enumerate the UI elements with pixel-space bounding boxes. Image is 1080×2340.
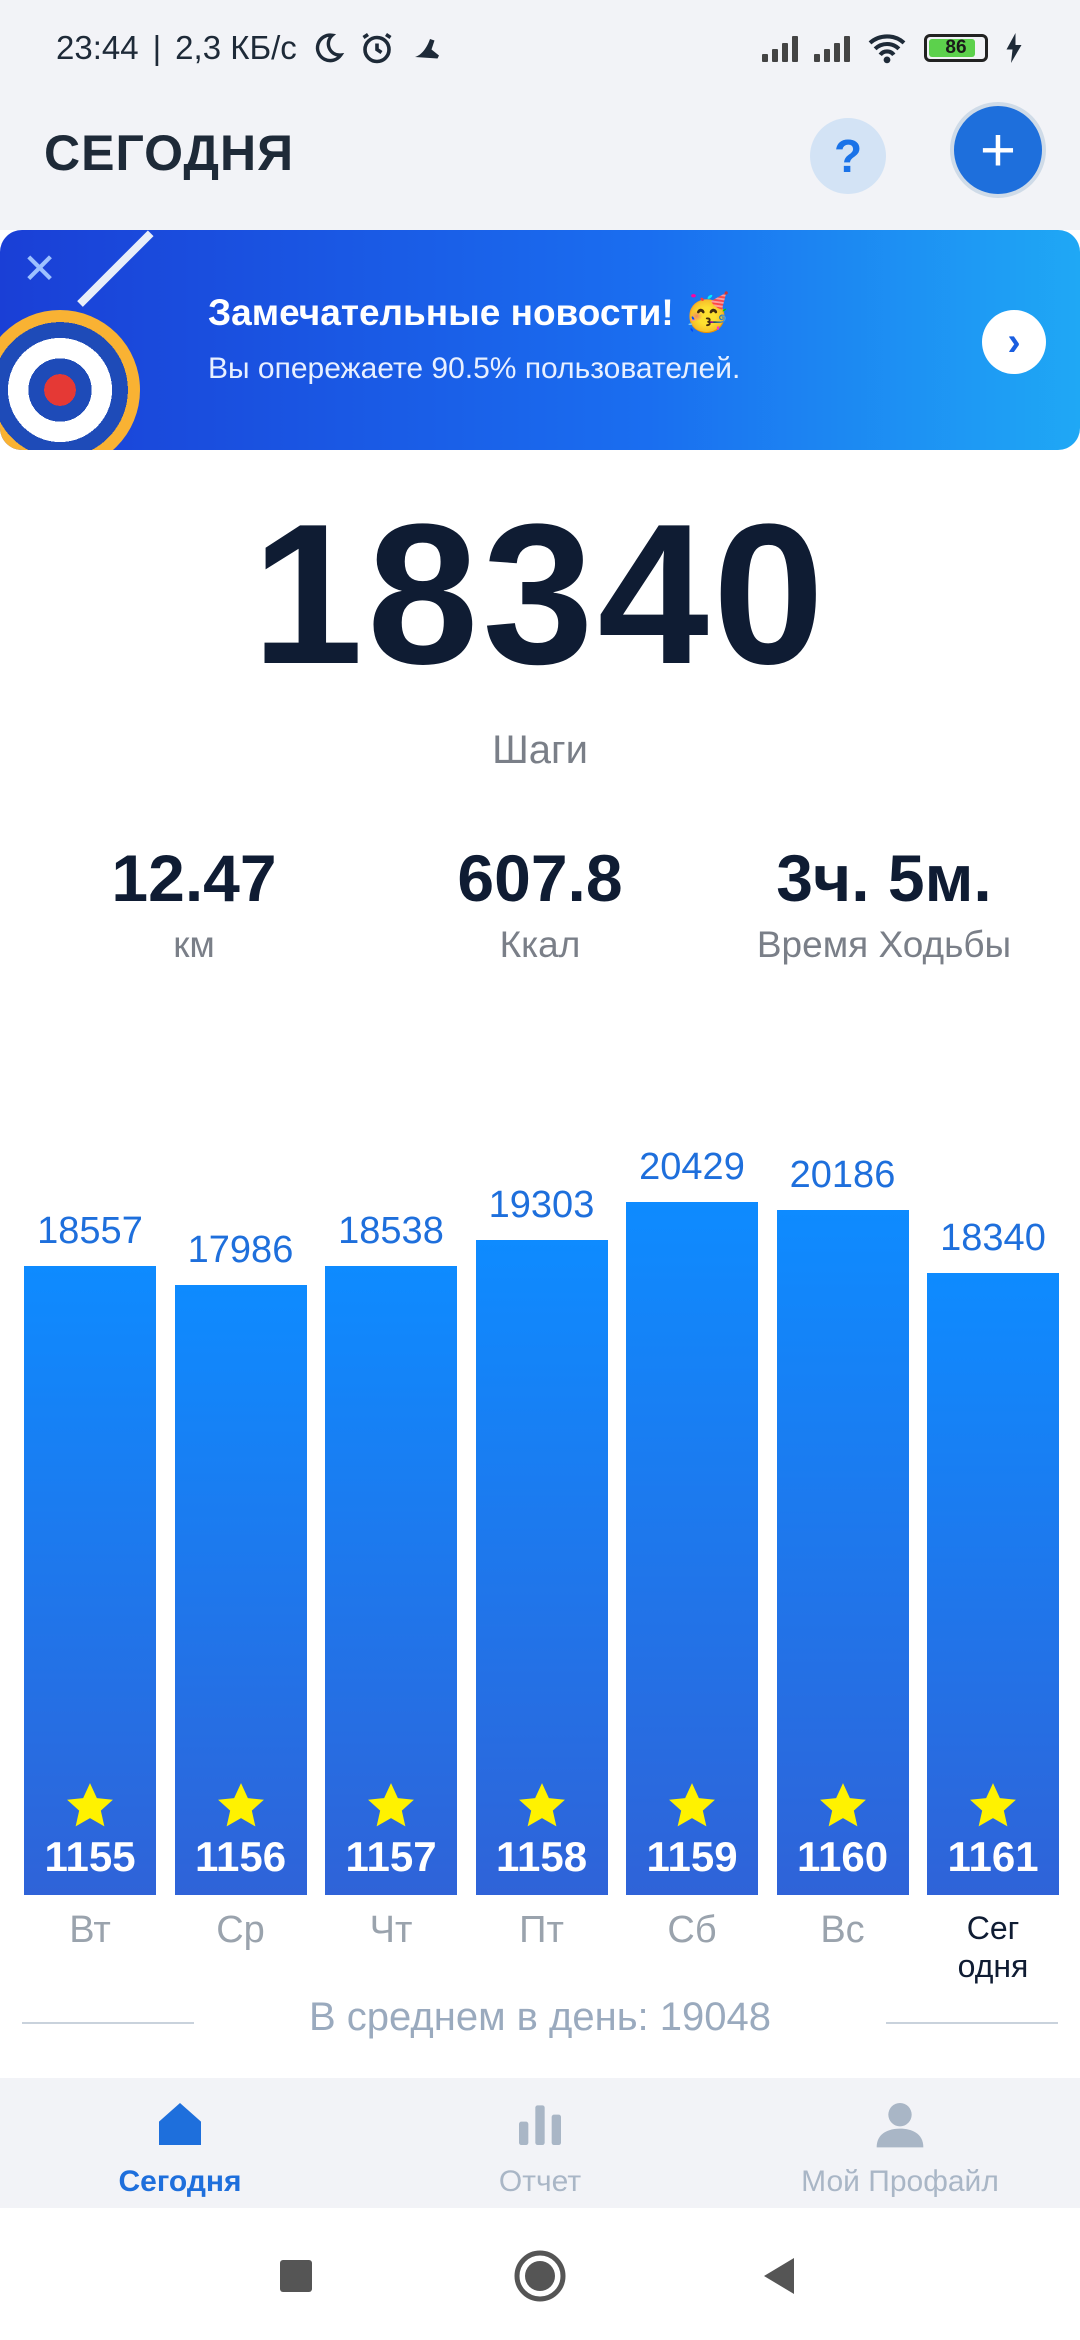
- distance-unit: км: [173, 924, 215, 965]
- dart-icon: [77, 230, 154, 307]
- status-time: 23:44: [56, 29, 139, 66]
- distance-stat: 12.47 км: [44, 840, 344, 966]
- bar-column[interactable]: 19303 1158 Пт: [475, 1060, 608, 1980]
- nav-today-label: Сегодня: [118, 2165, 242, 2198]
- bar-column[interactable]: 18557 1155 Вт: [24, 1060, 156, 1980]
- bar-column[interactable]: 20429 1159 Сб: [626, 1060, 758, 1980]
- battery-icon: 86: [924, 34, 988, 62]
- status-speed: 2,3 КБ/с: [175, 29, 297, 66]
- day-label: Вс: [820, 1909, 865, 1951]
- bar-badge-number: 1156: [194, 1833, 287, 1880]
- bar-badge-number: 1160: [796, 1833, 889, 1880]
- moon-icon: [315, 33, 344, 63]
- star-icon: [669, 1783, 715, 1827]
- steps-label: Шаги: [492, 728, 588, 772]
- bottom-nav: Сегодня Отчет Мой Профайл: [0, 2078, 1080, 2208]
- home-button-icon[interactable]: [512, 2246, 568, 2306]
- app-header: СЕГОДНЯ ? +: [0, 96, 1080, 230]
- wifi-icon: [868, 34, 906, 64]
- day-label: Пт: [519, 1909, 564, 1951]
- banner-title: Замечательные новости! 🥳: [208, 292, 731, 333]
- chevron-right-icon[interactable]: ›: [982, 310, 1046, 374]
- signal-icon: [762, 34, 798, 62]
- back-icon[interactable]: [760, 2246, 800, 2306]
- battery-level: 86: [945, 37, 967, 58]
- day-label: Ср: [216, 1909, 265, 1951]
- banner-close-icon[interactable]: ✕: [22, 244, 57, 293]
- bar-column[interactable]: 17986 1156 Ср: [174, 1060, 307, 1980]
- charging-icon: [1006, 33, 1022, 63]
- steps-count: 18340: [251, 483, 829, 706]
- bar-badge-number: 1155: [44, 1833, 136, 1880]
- walk-time-value: 3ч. 5м.: [776, 841, 992, 915]
- nav-report[interactable]: Отчет: [360, 2078, 720, 2208]
- home-icon: [159, 2103, 201, 2145]
- system-nav-bar: [0, 2208, 1080, 2340]
- bar-badge-number: 1159: [646, 1833, 738, 1880]
- bar-chart-icon: [519, 2105, 561, 2145]
- status-bar: 23:44 | 2,3 КБ/с 86: [0, 0, 1080, 96]
- signal-2-icon: [814, 34, 850, 62]
- calories-unit: Ккал: [499, 924, 581, 965]
- bar-badge-number: 1158: [495, 1833, 588, 1880]
- day-label: Сб: [667, 1909, 717, 1951]
- bar-column[interactable]: 20186 1160 Вс: [776, 1060, 909, 1980]
- bar-value-label: 18340: [940, 1217, 1046, 1259]
- bar-column[interactable]: 18538 1157 Чт: [325, 1060, 457, 1980]
- nav-report-label: Отчет: [498, 2165, 582, 2198]
- profile-icon: [876, 2103, 924, 2148]
- nav-profile-label: Мой Профайл: [801, 2165, 999, 2198]
- weekly-steps-chart: 18557 1155 Вт 17986 1156 Ср 18538 1157 Чт 19303 11…: [0, 1060, 1080, 1984]
- star-icon: [368, 1783, 414, 1827]
- walk-time-stat: 3ч. 5м. Время Ходьбы: [734, 840, 1034, 966]
- divider-right: [886, 2022, 1058, 2024]
- distance-value: 12.47: [111, 841, 277, 915]
- nav-profile[interactable]: Мой Профайл: [720, 2078, 1080, 2208]
- alarm-icon: [362, 33, 392, 64]
- calories-value: 607.8: [457, 841, 623, 915]
- day-label: Сег одня: [957, 1910, 1029, 1984]
- nav-today[interactable]: Сегодня: [0, 2078, 360, 2208]
- bar-value-label: 20186: [789, 1154, 896, 1196]
- star-icon: [518, 1783, 565, 1827]
- star-icon: [819, 1783, 866, 1827]
- day-label: Чт: [369, 1909, 413, 1951]
- page-title: СЕГОДНЯ: [44, 125, 295, 181]
- day-label: Вт: [69, 1909, 111, 1951]
- star-icon: [217, 1783, 264, 1827]
- add-button[interactable]: +: [950, 102, 1046, 198]
- star-icon: [970, 1783, 1016, 1827]
- bar-value-label: 19303: [488, 1184, 595, 1226]
- walk-time-label: Время Ходьбы: [756, 924, 1012, 965]
- daily-average: В среднем в день: 19048: [308, 1995, 772, 2039]
- status-separator: |: [152, 29, 162, 66]
- calories-stat: 607.8 Ккал: [390, 840, 690, 966]
- target-icon: [0, 310, 140, 450]
- banner-subtitle: Вы опережаете 90.5% пользователей.: [208, 352, 741, 385]
- shoe-icon: [414, 39, 439, 59]
- bar-column[interactable]: 18340 1161 Сег одня: [927, 1060, 1059, 1984]
- news-banner[interactable]: ✕ Замечательные новости! 🥳 Вы опережаете…: [0, 230, 1080, 450]
- bar-badge-number: 1157: [345, 1833, 437, 1880]
- help-button[interactable]: ?: [810, 118, 886, 194]
- recents-icon[interactable]: [276, 2246, 316, 2306]
- bar-badge-number: 1161: [947, 1833, 1039, 1880]
- star-icon: [67, 1783, 113, 1827]
